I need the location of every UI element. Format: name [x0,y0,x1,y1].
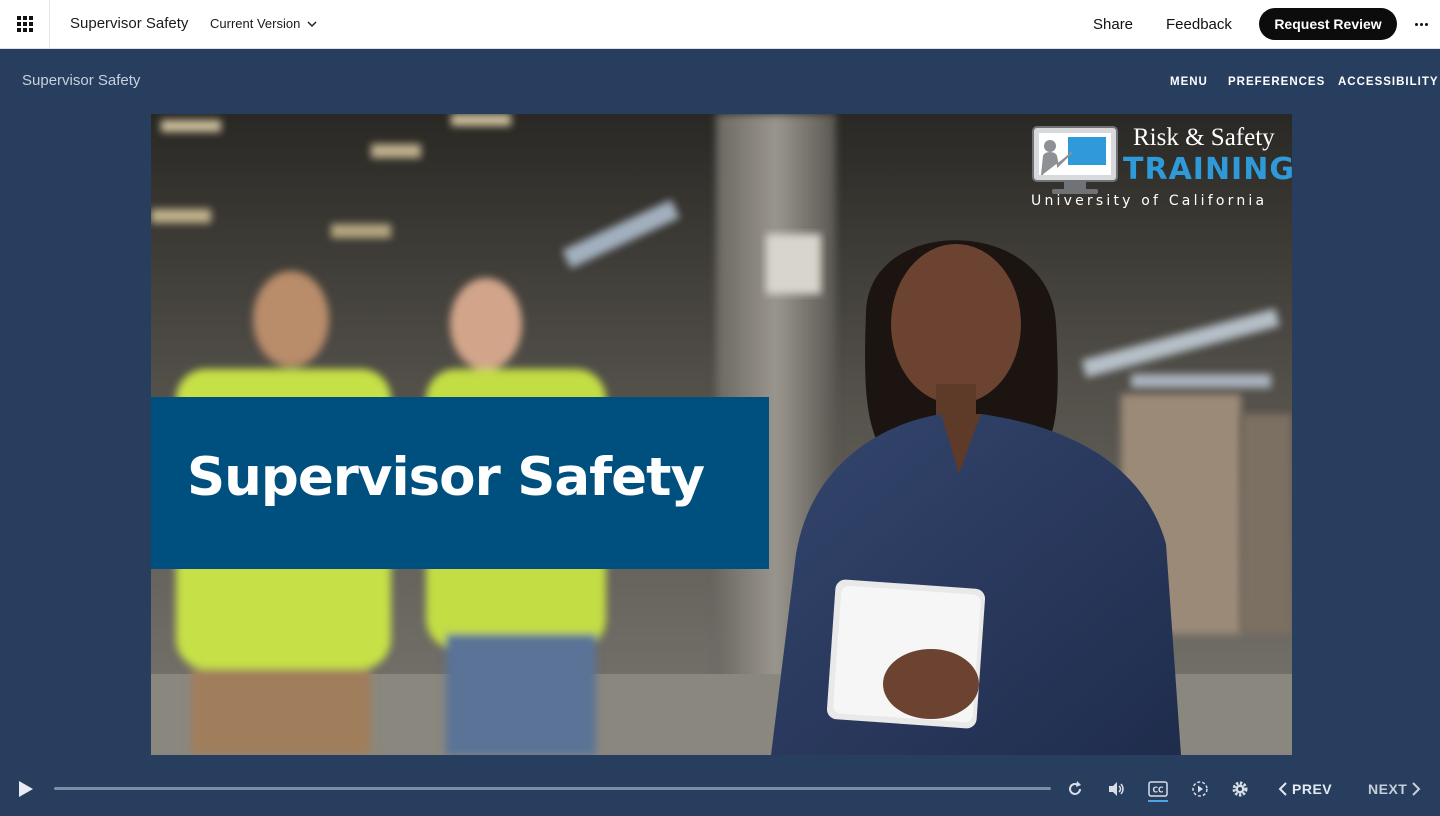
version-label: Current Version [210,16,301,31]
prev-button[interactable]: PREV [1278,781,1332,797]
feedback-button[interactable]: Feedback [1166,16,1232,33]
svg-text:CC: CC [1152,786,1164,795]
title-banner: Supervisor Safety [151,397,769,569]
settings-gear-icon[interactable] [1230,779,1250,799]
slide-heading: Supervisor Safety [187,447,705,508]
volume-icon[interactable] [1106,779,1126,799]
app-title: Supervisor Safety [70,15,189,32]
app-bar: Supervisor Safety Current Version Share … [0,0,1440,49]
grid-icon [16,16,33,32]
prev-label: PREV [1292,781,1333,797]
chevron-left-icon [1278,782,1287,796]
logo-line-university: University of California [1031,193,1268,209]
closed-captions-icon[interactable]: CC [1148,779,1168,799]
share-button[interactable]: Share [1093,16,1133,33]
seek-bar[interactable] [54,787,1051,790]
app-launcher-button[interactable] [0,0,50,48]
preferences-link[interactable]: PREFERENCES [1228,76,1325,88]
request-review-button[interactable]: Request Review [1259,8,1397,40]
chevron-down-icon [307,20,317,27]
course-title: Supervisor Safety [22,72,141,89]
more-options-icon[interactable] [1410,14,1432,34]
playback-speed-icon[interactable] [1190,779,1210,799]
slide-canvas: Supervisor Safety Risk & Safety TRAINING… [151,114,1292,755]
logo-line-training: TRAINING [1123,152,1292,187]
accessibility-link[interactable]: ACCESSIBILITY [1338,76,1439,88]
version-dropdown[interactable]: Current Version [210,16,318,31]
play-icon[interactable] [18,780,34,798]
next-button[interactable]: NEXT [1368,781,1421,797]
menu-link[interactable]: MENU [1170,76,1208,88]
replay-icon[interactable] [1065,779,1085,799]
risk-safety-training-logo: Risk & Safety TRAINING University of Cal… [1031,124,1292,214]
logo-line-risk-safety: Risk & Safety [1133,124,1275,151]
presentation-monitor-icon [1032,126,1118,194]
player-controls: CC PREV NEXT [0,760,1440,816]
next-label: NEXT [1368,781,1408,797]
chevron-right-icon [1412,782,1421,796]
captions-active-indicator [1148,800,1168,802]
